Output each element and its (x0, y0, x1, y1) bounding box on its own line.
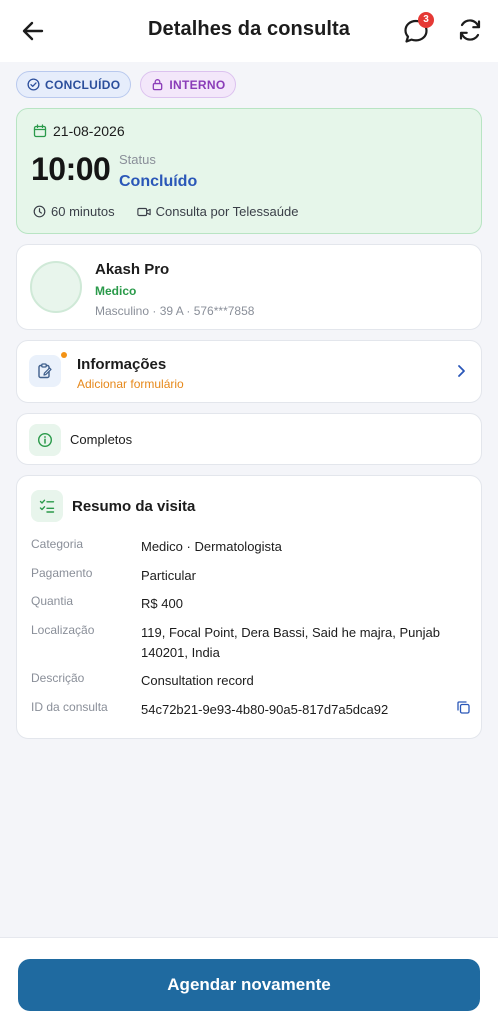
clipboard-edit-icon (38, 363, 52, 379)
summary-value: Particular (141, 568, 196, 583)
completed-card[interactable]: Completos (16, 413, 482, 465)
completed-label: Completos (70, 432, 133, 447)
add-form-link[interactable]: Adicionar formulário (77, 377, 184, 391)
summary-value: 119, Focal Point, Dera Bassi, Said he ma… (141, 625, 440, 660)
appointment-status-card: 21-08-2026 10:00 Status Concluído 60 min… (16, 108, 482, 234)
forms-card[interactable]: Informações Adicionar formulário (16, 340, 482, 403)
summary-value: 54c72b21-9e93-4b80-90a5-817d7a5dca92 (141, 702, 389, 717)
appointment-time: 10:00 (31, 151, 111, 187)
chevron-right-icon[interactable] (455, 363, 467, 379)
status-chip-label: INTERNO (169, 77, 226, 92)
status-value: Concluído (119, 173, 198, 190)
app-bar: Detalhes da consulta 3 (0, 0, 498, 62)
summary-key: Quantia (31, 594, 74, 608)
summary-key: Pagamento (31, 566, 93, 580)
patient-name: Akash Pro (95, 261, 170, 278)
status-label: Status (119, 152, 156, 167)
summary-key: Categoria (31, 537, 84, 551)
summary-key: ID da consulta (31, 700, 108, 714)
status-chips: CONCLUÍDO INTERNO (16, 71, 237, 98)
footer-bar: Agendar novamente (0, 937, 498, 1024)
avatar (30, 261, 82, 313)
patient-role: Medico (95, 284, 137, 298)
copy-icon[interactable] (456, 700, 471, 715)
appointment-date: 21-08-2026 (33, 123, 125, 139)
summary-key: Localização (31, 623, 95, 637)
appointment-duration: 60 minutos (51, 204, 115, 219)
calendar-icon (33, 124, 47, 138)
appointment-type: Consulta por Telessaúde (155, 204, 299, 219)
summary-title: Resumo da visita (72, 498, 196, 515)
chat-notification-badge: 3 (418, 12, 434, 28)
clock-icon (33, 205, 46, 218)
status-chip-label: CONCLUÍDO (45, 77, 121, 92)
info-icon (37, 432, 53, 448)
checklist-icon-box (31, 490, 63, 522)
notification-dot (61, 352, 67, 358)
lock-icon (153, 79, 163, 91)
clipboard-edit-icon-box (29, 355, 61, 387)
visit-summary-card: Resumo da visita Categoria Medico · Derm… (16, 475, 482, 739)
patient-card[interactable]: Akash Pro Medico Masculino · 39 A · 576*… (16, 244, 482, 330)
video-camera-icon (136, 207, 151, 216)
refresh-icon[interactable] (456, 16, 484, 44)
status-chip-internal: INTERNO (140, 71, 237, 98)
summary-value: Medico · Dermatologista (141, 539, 282, 554)
appointment-date-text: 21-08-2026 (53, 123, 125, 139)
info-icon-box (29, 424, 61, 456)
forms-label: Informações (77, 356, 167, 373)
check-circle-icon (27, 78, 40, 91)
checklist-icon (39, 499, 55, 513)
status-chip-completed: CONCLUÍDO (16, 71, 132, 98)
appointment-meta: 60 minutos Consulta por Telessaúde (33, 204, 298, 219)
summary-value: Consultation record (141, 673, 254, 688)
reschedule-button[interactable]: Agendar novamente (18, 959, 480, 1011)
summary-key: Descrição (31, 671, 85, 685)
summary-value: R$ 400 (141, 596, 183, 611)
patient-details: Masculino · 39 A · 576***7858 (95, 304, 255, 318)
